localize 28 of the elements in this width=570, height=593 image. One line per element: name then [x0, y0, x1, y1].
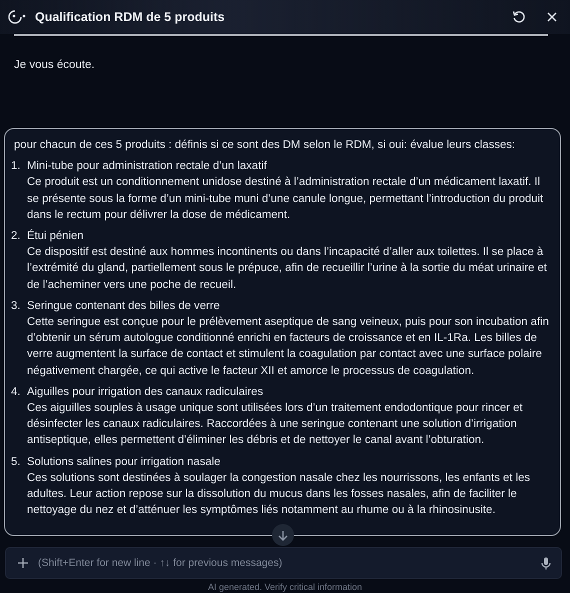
- message-intro: pour chacun de ces 5 produits : définis si ce sont des DM selon le RDM, si oui: évalue leurs classes:: [14, 138, 516, 153]
- down-arrow-icon: [278, 530, 288, 541]
- microphone-icon[interactable]: [541, 556, 551, 570]
- product-description: Ces solutions sont destinées à soulager la congestion nasale chez les nourrissons, les enfants et les adultes. Leur action repose sur la dissolution du mucus dans les fosses nasales, afin de faciliter le nettoyage du nez et d’atténuer les symptômes liés notamment au rhume ou à la rhinosinusite.: [27, 470, 532, 518]
- product-description: Ces aiguilles souples à usage unique sont utilisées lors d’un traitement endodontique pour rincer et désinfecter les canaux radiculaires. Raccordées à une seringue contenant une solution d’irrigation antiseptique, elles permettent d’éliminer les débris et de nettoyer le canal avant l’obturation.: [27, 401, 524, 448]
- logo-icon: [7, 9, 27, 25]
- item-number: 1.: [11, 159, 22, 174]
- product-description: Ce produit est un conditionnement unidose destiné à l’administration rectale d’un médicament laxatif. Il se présente sous la forme d’un mini-tube muni d’une canule longue, permettant l’introduction du produit dans le rectum pour délivrer la dose de médicament.: [27, 175, 544, 223]
- refresh-icon[interactable]: [512, 10, 526, 24]
- message-input-field[interactable]: (Shift+Enter for new line · ↑↓ for previous messages): [36, 556, 533, 570]
- item-number: 2.: [11, 229, 22, 244]
- scroll-down-button[interactable]: [272, 524, 294, 546]
- item-number: 3.: [11, 298, 22, 314]
- product-title: Seringue contenant des billes de verre: [27, 298, 221, 314]
- plus-icon[interactable]: [18, 558, 28, 568]
- product-title: Mini-tube pour administration rectale d’un laxatif: [27, 159, 268, 174]
- disclaimer-text: AI generated. Verify critical information: [206, 581, 364, 593]
- window-title: Qualification RDM de 5 produits: [35, 10, 226, 24]
- close-icon[interactable]: [546, 11, 558, 23]
- product-title: Étui pénien: [27, 228, 85, 244]
- item-number: 4.: [11, 384, 22, 400]
- product-title: Solutions salines pour irrigation nasale: [27, 454, 222, 470]
- assistant-message: Je vous écoute.: [14, 59, 96, 71]
- message-composer[interactable]: (Shift+Enter for new line · ↑↓ for previous messages): [5, 547, 562, 579]
- product-description: Cette seringue est conçue pour le prélèvement aseptique de sang veineux, puis pour son incubation afin d’obtenir un sérum autologue conditionné enrichi en facteurs de croissance et en IL-1Ra. Les billes de verre augmentent la surface de contact et stimulent la coagulation par contact avec une surface polaire négativement chargée, ce qui active le facteur XII et amorce le processus de coagulation.: [27, 315, 550, 379]
- item-number: 5.: [11, 454, 22, 470]
- product-description: Ce dispositif est destiné aux hommes incontinents ou dans l’incapacité d’aller aux toilettes. Il se place à l’extrémité du gland, partiellement sous le prépuce, afin de recueillir l’urine à la sortie du méat urinaire et de l’acheminer vers une poche de recueil.: [27, 245, 548, 293]
- product-title: Aiguilles pour irrigation des canaux radiculaires: [27, 384, 264, 400]
